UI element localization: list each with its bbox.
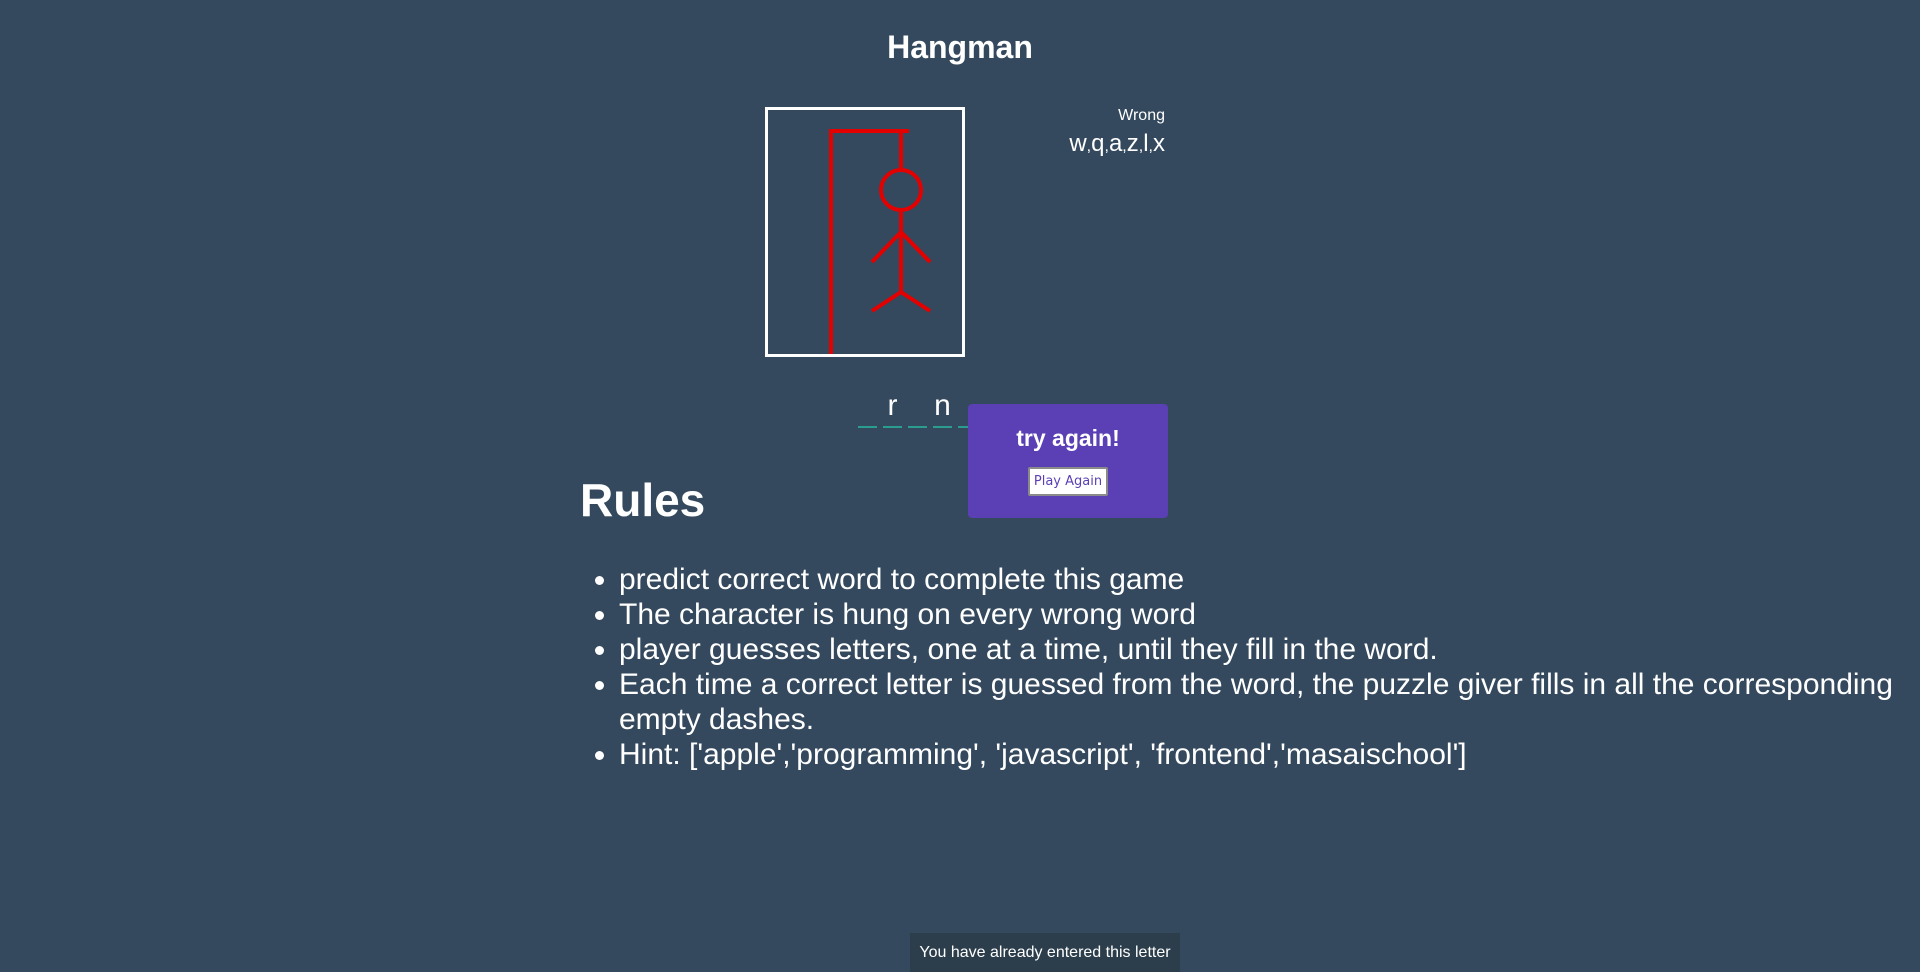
figure-right-arm (899, 230, 932, 264)
game-over-popup: try again! Play Again (968, 404, 1168, 518)
letter-slot: n (933, 384, 952, 428)
figure-right-leg (899, 290, 932, 313)
wrong-letter: w (1069, 130, 1087, 157)
wrong-letter: a (1108, 130, 1123, 157)
game-title: Hangman (887, 29, 1033, 65)
rule-item: predict correct word to complete this ga… (619, 562, 1920, 597)
rules-list: predict correct word to complete this ga… (580, 562, 1920, 772)
rule-item: Hint: ['apple','programming', 'javascrip… (619, 737, 1920, 772)
wrong-letters-panel: Wrong w,q,a,z,l,x (1000, 106, 1165, 162)
letter-slot: r (883, 384, 902, 428)
wrong-letter: q (1091, 130, 1105, 157)
rule-item: Each time a correct letter is guessed fr… (619, 667, 1920, 737)
rule-item: player guesses letters, one at a time, u… (619, 632, 1920, 667)
rules-heading: Rules (580, 474, 706, 526)
hangman-drawing (765, 107, 965, 357)
figure-left-leg (870, 290, 903, 313)
figure-left-arm (870, 230, 903, 264)
rule-item: The character is hung on every wrong wor… (619, 597, 1920, 632)
wrong-title: Wrong (1118, 107, 1165, 124)
figure-head (879, 168, 923, 212)
wrong-letter: x (1153, 130, 1165, 157)
letter-slot (858, 384, 877, 428)
popup-message: try again! (1016, 425, 1120, 451)
wrong-letter: z (1126, 130, 1139, 157)
letter-slot (908, 384, 927, 428)
play-again-button[interactable]: Play Again (1027, 467, 1109, 496)
notification-toast: You have already entered this letter (910, 933, 1180, 972)
wrong-letters-list: w,q,a,z,l,x (1000, 129, 1165, 162)
hangman-figure-icon (829, 129, 932, 354)
